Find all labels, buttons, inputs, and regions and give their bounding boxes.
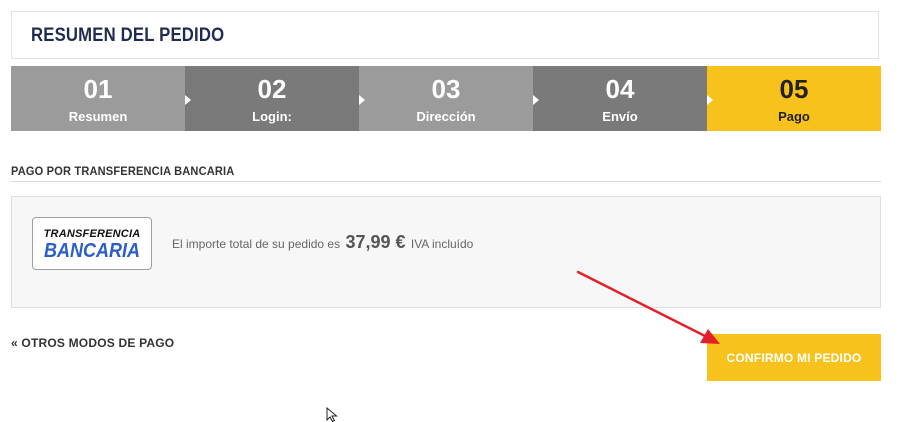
confirm-order-button[interactable]: CONFIRMO MI PEDIDO <box>707 334 881 381</box>
order-total-text: El importe total de su pedido es 37,99 €… <box>172 232 473 253</box>
step-envio[interactable]: 04 Envío <box>533 66 713 131</box>
order-amount: 37,99 € <box>345 232 406 252</box>
step-label: Resumen <box>68 109 128 124</box>
payment-details-box: TRANSFERENCIA BANCARIA El importe total … <box>11 196 881 308</box>
step-arrow-icon <box>359 95 365 105</box>
logo-text-line1: TRANSFERENCIA <box>43 228 141 240</box>
step-direccion[interactable]: 03 Dirección <box>359 66 539 131</box>
step-number: 05 <box>779 74 809 104</box>
section-divider <box>11 181 881 182</box>
step-pago: 05 Pago <box>707 66 881 131</box>
step-label: Pago <box>778 109 810 124</box>
step-arrow-icon <box>707 95 713 105</box>
bank-transfer-logo: TRANSFERENCIA BANCARIA <box>32 217 152 270</box>
step-arrow-icon <box>185 95 191 105</box>
order-summary-header: RESUMEN DEL PEDIDO <box>11 11 879 59</box>
step-number: 02 <box>257 74 287 104</box>
logo-text-line2: BANCARIA <box>43 240 140 262</box>
other-payment-methods-link[interactable]: « OTROS MODOS DE PAGO <box>11 336 174 350</box>
page-title: RESUMEN DEL PEDIDO <box>31 25 225 46</box>
payment-section-title: PAGO POR TRANSFERENCIA BANCARIA <box>11 164 235 178</box>
step-number: 01 <box>83 74 113 104</box>
step-label: Dirección <box>416 109 476 124</box>
step-resumen[interactable]: 01 Resumen <box>11 66 191 131</box>
step-number: 04 <box>605 74 635 104</box>
mouse-cursor-icon <box>326 407 338 422</box>
step-arrow-icon <box>533 95 539 105</box>
amount-prefix: El importe total de su pedido es <box>172 237 341 251</box>
step-label: Envío <box>602 109 638 124</box>
step-number: 03 <box>431 74 461 104</box>
step-label: Login: <box>252 109 292 124</box>
amount-suffix: IVA incluído <box>410 237 474 251</box>
step-login[interactable]: 02 Login: <box>185 66 365 131</box>
checkout-steps: 01 Resumen 02 Login: 03 Dirección 04 Env… <box>11 66 881 131</box>
